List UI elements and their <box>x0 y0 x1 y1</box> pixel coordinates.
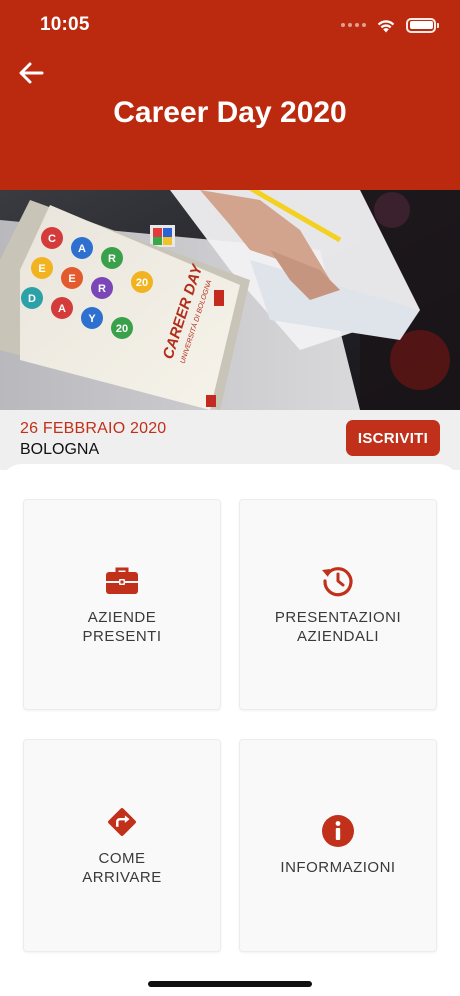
tile-label: INFORMAZIONI <box>280 859 396 876</box>
booklet-letter: E <box>68 273 75 285</box>
booklet-letter: R <box>98 283 106 295</box>
status-icons <box>341 14 439 36</box>
page-title: Career Day 2020 <box>113 96 347 129</box>
tile-come-arrivare[interactable]: COME ARRIVARE <box>23 739 221 952</box>
arrow-left-icon <box>19 62 44 84</box>
event-city: BOLOGNA <box>20 441 100 458</box>
info-icon <box>321 814 355 848</box>
event-photo: C A R E E R D A Y 20 20 CAREER DAY UNIVE… <box>0 190 460 410</box>
event-date: 26 FEBBRAIO 2020 <box>20 420 167 437</box>
booklet-letter: A <box>78 243 86 255</box>
battery-icon <box>406 17 439 33</box>
subscribe-button[interactable]: ISCRIVITI <box>346 420 440 456</box>
booklet-letter: C <box>48 233 56 245</box>
event-info-bar: 26 FEBBRAIO 2020 BOLOGNA ISCRIVITI <box>0 410 460 470</box>
booklet-letter: D <box>28 293 36 305</box>
wifi-icon <box>377 19 395 32</box>
tile-aziende-presenti[interactable]: AZIENDE PRESENTI <box>23 499 221 710</box>
booklet-letter: Y <box>88 313 96 325</box>
booklet-letter: A <box>58 303 66 315</box>
back-button[interactable] <box>14 56 48 90</box>
tile-informazioni[interactable]: INFORMAZIONI <box>239 739 437 952</box>
tile-label: PRESENTAZIONI AZIENDALI <box>274 608 402 645</box>
booklet-letter: 20 <box>136 277 148 289</box>
history-clock-icon <box>321 564 355 598</box>
status-time: 10:05 <box>40 14 90 35</box>
cellular-signal-icon <box>341 23 366 27</box>
booklet-letter: R <box>108 253 116 265</box>
booklet-letter: E <box>38 263 45 275</box>
app-header: 10:05 Career Day 2020 <box>0 0 460 190</box>
home-indicator[interactable] <box>148 981 312 987</box>
briefcase-icon <box>105 564 139 598</box>
tile-presentazioni-aziendali[interactable]: PRESENTAZIONI AZIENDALI <box>239 499 437 710</box>
directions-icon <box>105 805 139 839</box>
booklet-letter: 20 <box>116 323 128 335</box>
tile-label: COME ARRIVARE <box>82 849 162 886</box>
tile-label: AZIENDE PRESENTI <box>82 608 162 645</box>
